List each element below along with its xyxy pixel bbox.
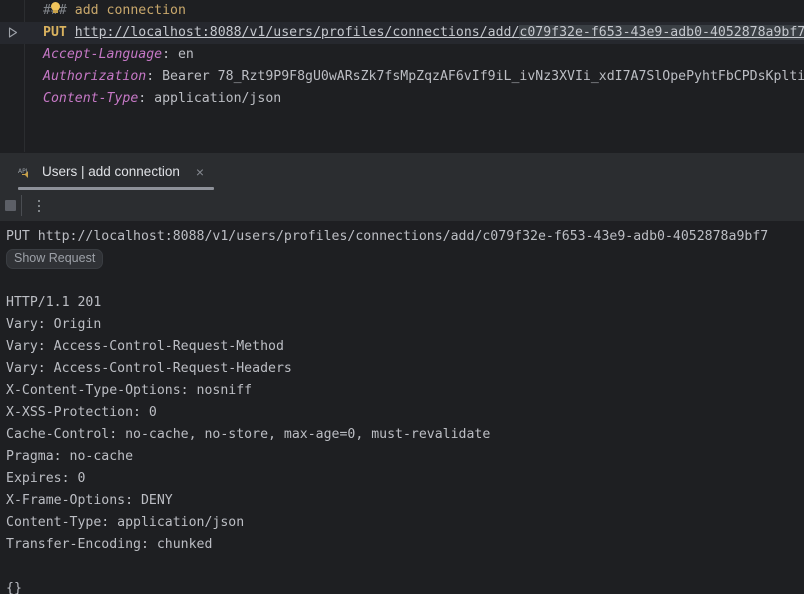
- show-request-button[interactable]: Show Request: [6, 249, 104, 269]
- response-header: Vary: Access-Control-Request-Method: [6, 339, 284, 354]
- response-tab-bar: API Users | add connection ×: [0, 153, 804, 190]
- response-status-line: HTTP/1.1 201: [6, 295, 102, 310]
- close-icon[interactable]: ×: [196, 165, 204, 179]
- request-url-prefix[interactable]: http://localhost:8088/v1/users/profiles/…: [75, 25, 520, 40]
- header-line-content-type: Content-Type: application/json: [25, 88, 804, 110]
- response-header: Vary: Origin: [6, 317, 102, 332]
- header-separator: :: [146, 69, 163, 84]
- response-header: Vary: Access-Control-Request-Headers: [6, 361, 292, 376]
- more-options-icon[interactable]: [30, 195, 48, 216]
- http-request-editor[interactable]: ### add connection PUT http://localhost:…: [0, 0, 804, 152]
- response-request-line: PUT http://localhost:8088/v1/users/profi…: [6, 229, 769, 244]
- response-header: Pragma: no-cache: [6, 449, 134, 464]
- header-value: Bearer 78_Rzt9P9F8gU0wARsZk7fsMpZqzAF6vI…: [162, 69, 804, 84]
- response-content[interactable]: PUT http://localhost:8088/v1/users/profi…: [0, 222, 804, 594]
- header-separator: :: [138, 91, 155, 106]
- request-url-selection[interactable]: c079f32e-f653-43e9-adb0-4052878a9bf7: [519, 25, 804, 40]
- header-separator: :: [162, 47, 178, 62]
- response-toolbar: [0, 190, 804, 222]
- header-name: Content-Type: [43, 91, 139, 106]
- show-request-row: Show Request: [0, 248, 804, 270]
- tab-label: Users | add connection: [42, 164, 180, 179]
- request-method: PUT: [43, 25, 67, 40]
- editor-gutter: [0, 0, 25, 152]
- header-name: Authorization: [43, 69, 147, 84]
- run-request-triangle-icon[interactable]: [6, 24, 19, 43]
- toolbar-divider: [21, 195, 22, 216]
- response-body-json: {}: [6, 581, 22, 594]
- response-header: Content-Type: application/json: [6, 515, 245, 530]
- header-name: Accept-Language: [43, 47, 163, 62]
- response-header: Transfer-Encoding: chunked: [6, 537, 213, 552]
- response-header: X-Frame-Options: DENY: [6, 493, 173, 508]
- response-header: X-Content-Type-Options: nosniff: [6, 383, 253, 398]
- api-file-icon: API: [18, 164, 34, 180]
- header-value: en: [177, 47, 194, 62]
- http-response-panel: API Users | add connection × PUT http://…: [0, 152, 804, 594]
- response-header: Expires: 0: [6, 471, 86, 486]
- response-header: X-XSS-Protection: 0: [6, 405, 157, 420]
- header-line-authorization: Authorization: Bearer 78_Rzt9P9F8gU0wARs…: [25, 66, 804, 88]
- gutter-run-row: [0, 22, 25, 44]
- stop-button-icon[interactable]: [0, 195, 20, 215]
- header-line-accept-language: Accept-Language: en: [25, 44, 804, 66]
- response-header: Cache-Control: no-cache, no-store, max-a…: [6, 427, 491, 442]
- comment-text: add connection: [74, 3, 186, 18]
- request-line[interactable]: PUT http://localhost:8088/v1/users/profi…: [25, 22, 804, 44]
- tab-users-add-connection[interactable]: API Users | add connection ×: [12, 153, 210, 190]
- header-value: application/json: [154, 91, 282, 106]
- editor-text-area[interactable]: ### add connection PUT http://localhost:…: [25, 0, 804, 152]
- comment-marker: ###: [43, 3, 67, 18]
- comment-line: ### add connection: [25, 0, 804, 22]
